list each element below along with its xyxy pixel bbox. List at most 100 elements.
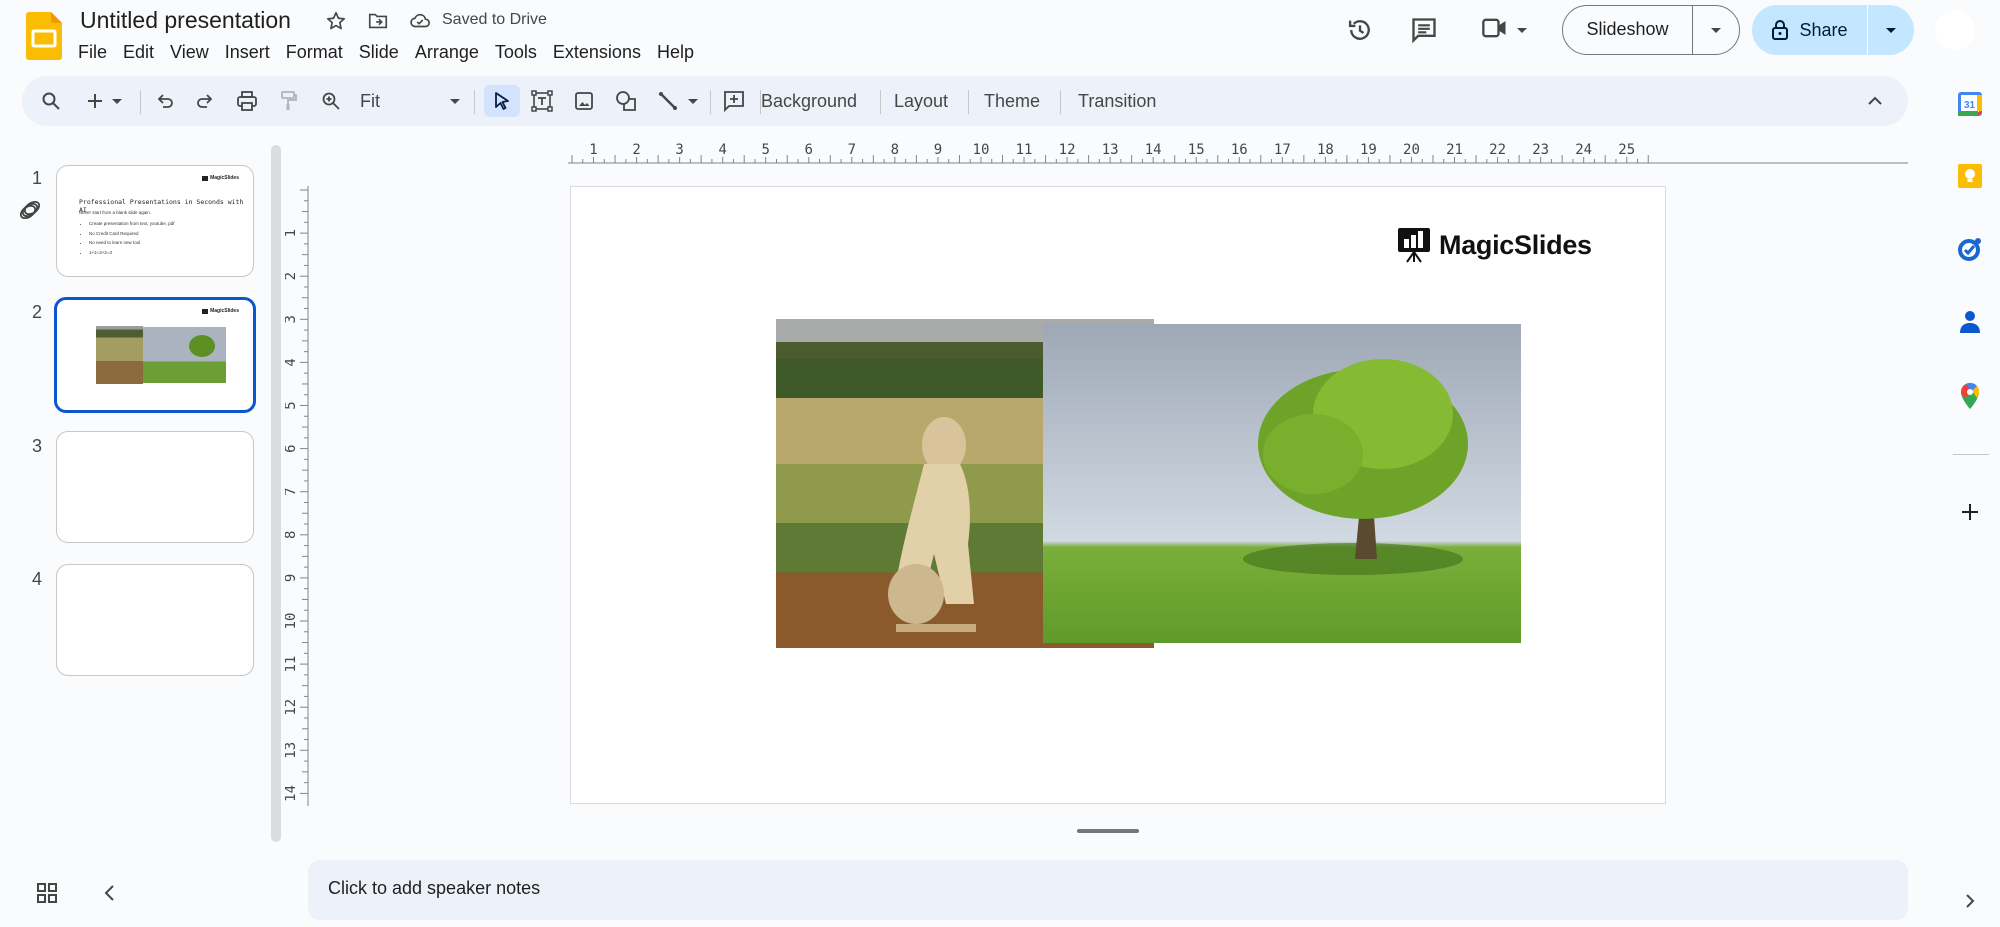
ruler-label: 6 [285,444,299,452]
contacts-icon[interactable] [1952,304,1988,340]
ruler-label: 14 [1145,142,1162,158]
chevron-down-icon [112,98,122,104]
filmstrip-scrollbar[interactable] [271,145,281,842]
menu-insert[interactable]: Insert [217,38,278,66]
slide-thumbnail-2-selected[interactable]: MagicSlides [54,297,256,413]
transition-button[interactable]: Transition [1070,85,1164,117]
collapse-filmstrip-icon[interactable] [102,883,118,908]
ruler-label: 23 [1532,142,1549,158]
insert-image-icon[interactable] [568,85,600,117]
undo-icon[interactable] [150,85,180,117]
magicslides-logo[interactable]: MagicSlides [1397,227,1592,263]
background-button[interactable]: Background [753,85,865,117]
maps-icon[interactable] [1952,378,1988,414]
ruler-label: 15 [1188,142,1205,158]
menu-help[interactable]: Help [649,38,702,66]
new-slide-icon[interactable] [82,85,108,117]
move-folder-icon[interactable] [366,9,390,33]
zoom-select[interactable]: Fit [354,85,466,117]
ruler-label: 16 [1231,142,1248,158]
toolbar-divider [710,90,711,114]
ruler-label: 9 [285,574,299,582]
expand-side-panel-icon[interactable] [1955,886,1985,916]
chevron-down-icon [1711,27,1721,33]
menu-file[interactable]: File [70,38,115,66]
slide-thumbnail-1[interactable]: MagicSlides Professional Presentations i… [56,165,254,277]
print-icon[interactable] [232,85,262,117]
speaker-notes[interactable]: Click to add speaker notes [308,860,1908,920]
text-box-icon[interactable] [526,85,558,117]
menu-edit[interactable]: Edit [115,38,162,66]
line-type-dropdown[interactable] [686,85,700,117]
vertical-ruler[interactable]: 1234567891011121314 [285,186,309,806]
tree-figure [1243,359,1468,575]
slides-logo-icon[interactable] [26,12,62,60]
ruler-label: 1 [285,229,299,237]
slideshow-button[interactable]: Slideshow [1563,6,1693,54]
comments-icon[interactable] [1408,14,1440,46]
menu-tools[interactable]: Tools [487,38,545,66]
thumb-subtitle: Never start from a blank slide again. [79,210,152,215]
star-icon[interactable] [324,9,348,33]
slide-thumbnail-4[interactable] [56,564,254,676]
share-options-dropdown[interactable] [1868,27,1914,33]
paint-format-icon[interactable] [274,85,304,117]
chevron-down-icon [1517,27,1527,33]
grid-view-icon[interactable] [36,882,58,909]
document-title[interactable]: Untitled presentation [80,5,291,35]
shape-icon[interactable] [610,85,642,117]
keep-icon[interactable] [1952,158,1988,194]
ruler-label: 3 [285,315,299,323]
calendar-icon[interactable]: 31 [1952,86,1988,122]
redo-icon[interactable] [190,85,220,117]
ruler-label: 9 [934,142,942,158]
tasks-icon[interactable] [1952,231,1988,267]
layout-button[interactable]: Layout [886,85,956,117]
ruler-label: 13 [1102,142,1119,158]
menu-slide[interactable]: Slide [351,38,407,66]
ruler-label: 11 [285,656,299,673]
select-tool-icon[interactable] [484,85,520,117]
video-camera-icon [1481,16,1509,45]
thumb-tree-image [143,327,226,383]
tree-image[interactable] [1043,324,1521,643]
ruler-label: 19 [1360,142,1377,158]
new-slide-layout-dropdown[interactable] [110,85,124,117]
thumb-logo: MagicSlides [202,308,239,314]
line-icon[interactable] [652,85,684,117]
zoom-icon[interactable] [316,85,346,117]
ruler-label: 8 [285,531,299,539]
menu-extensions[interactable]: Extensions [545,38,649,66]
slide-number: 3 [32,436,43,456]
slide-canvas[interactable]: MagicSlides [570,186,1666,804]
menu-format[interactable]: Format [278,38,351,66]
search-menus-icon[interactable] [36,85,66,117]
chevron-down-icon [450,98,460,104]
menu-view[interactable]: View [162,38,217,66]
ruler-label: 4 [718,142,726,158]
ruler-label: 3 [675,142,683,158]
version-history-icon[interactable] [1344,14,1376,46]
ruler-label: 13 [285,742,299,759]
cloud-saved-icon[interactable] [408,9,432,33]
svg-text:31: 31 [1964,100,1976,111]
get-addons-plus-icon[interactable] [1952,494,1988,530]
notes-resize-handle[interactable] [1077,829,1139,833]
horizontal-ruler[interactable]: 1 2 3 4 5 6 7 8 9 10 11 12 13 14 15 16 17 18 19 20 21 22 23 24 2… [308,138,1908,164]
slideshow-options-dropdown[interactable] [1693,27,1739,33]
meet-button[interactable] [1476,14,1532,46]
ruler-label: 2 [285,272,299,280]
theme-button[interactable]: Theme [976,85,1048,117]
ruler-label: 10 [285,613,299,630]
logo-text: MagicSlides [1439,229,1592,260]
collapse-toolbar-icon[interactable] [1860,85,1890,117]
slide-thumbnail-3[interactable] [56,431,254,543]
account-avatar[interactable] [1935,10,1975,50]
share-button[interactable]: Share [1752,5,1868,55]
linked-object-icon[interactable] [18,198,42,227]
ruler-label: 14 [285,785,299,802]
add-comment-icon[interactable] [718,85,750,117]
ruler-label: 5 [285,401,299,409]
zoom-value: Fit [360,90,380,111]
menu-arrange[interactable]: Arrange [407,38,487,66]
